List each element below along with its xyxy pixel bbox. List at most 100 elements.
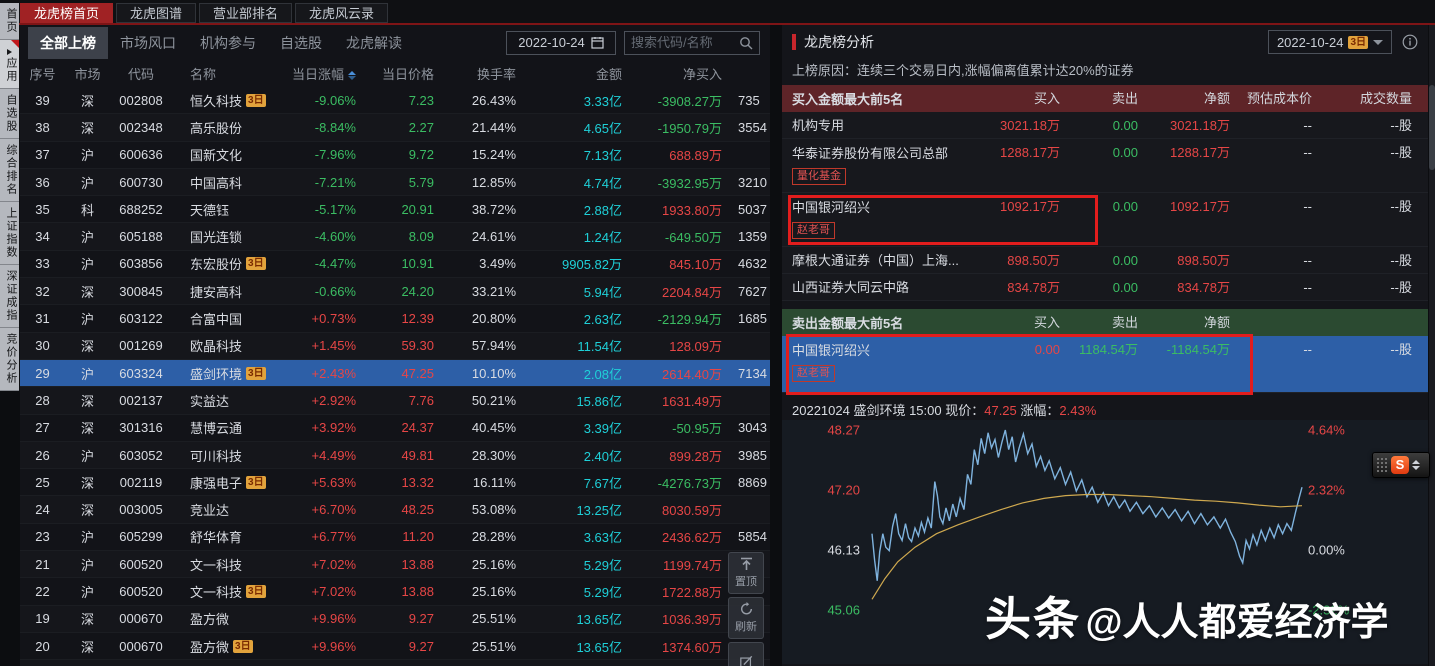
- stock-name: 康强电子: [190, 473, 242, 492]
- table-row[interactable]: 37沪600636国新文化-7.96%9.7215.24%7.13亿688.89…: [20, 142, 770, 169]
- cell-code: 600520: [110, 557, 172, 572]
- table-row[interactable]: 20深000670盈方微3日+9.96%9.2725.51%13.65亿1374…: [20, 633, 770, 660]
- drag-grip-icon[interactable]: [1376, 457, 1388, 473]
- table-row[interactable]: 32深300845捷安高科-0.66%24.2033.21%5.94亿2204.…: [20, 278, 770, 305]
- header-turnover[interactable]: 换手率: [434, 64, 516, 83]
- cell-market: 沪: [65, 309, 110, 328]
- sidebar-item-auction[interactable]: 竞价分析: [0, 328, 19, 391]
- table-row[interactable]: 36沪600730中国高科-7.21%5.7912.85%4.74亿-3932.…: [20, 169, 770, 196]
- cell-seq: 23: [20, 529, 65, 544]
- broker-row[interactable]: 中国银河绍兴赵老哥0.001184.54万-1184.54万----股: [782, 336, 1428, 393]
- subtab-institution[interactable]: 机构参与: [188, 27, 268, 59]
- cell-amount: 13.25亿: [516, 500, 622, 519]
- table-row[interactable]: 19深000670盈方微+9.96%9.2725.51%13.65亿1036.3…: [20, 606, 770, 633]
- sidebar-item-szse-index[interactable]: 深证成指: [0, 265, 19, 328]
- sort-icon[interactable]: [348, 71, 356, 80]
- subtab-interpretation[interactable]: 龙虎解读: [334, 27, 414, 59]
- cell-turnover: 25.16%: [434, 584, 516, 599]
- broker-row[interactable]: 华泰证券股份有限公司总部量化基金1288.17万0.001288.17万----…: [782, 139, 1428, 193]
- header-price[interactable]: 当日价格: [356, 64, 434, 83]
- search-icon[interactable]: [739, 36, 753, 50]
- table-row[interactable]: 26沪603052可川科技+4.49%49.8128.30%2.40亿899.2…: [20, 442, 770, 469]
- cell-price: 48.25: [356, 502, 434, 517]
- broker-row[interactable]: 中国银河绍兴赵老哥1092.17万0.001092.17万----股: [782, 193, 1428, 247]
- stock-name: 国光连锁: [190, 227, 242, 246]
- cell-sell: 0.00: [1066, 274, 1144, 300]
- cell-extra: 3043: [722, 420, 770, 435]
- stock-name: 文一科技: [190, 555, 242, 574]
- tab-longhu-record[interactable]: 龙虎风云录: [295, 3, 388, 23]
- table-row[interactable]: 24深003005竞业达+6.70%48.2553.08%13.25亿8030.…: [20, 496, 770, 523]
- cell-market: 深: [65, 91, 110, 110]
- cell-price: 7.23: [356, 93, 434, 108]
- subtab-market-hotspot[interactable]: 市场风口: [108, 27, 188, 59]
- header-seq[interactable]: 序号: [20, 64, 65, 83]
- sogou-ime-bar[interactable]: S: [1372, 452, 1430, 478]
- table-row[interactable]: 34沪605188国光连锁-4.60%8.0924.61%1.24亿-649.5…: [20, 223, 770, 250]
- edit-button[interactable]: [728, 642, 764, 666]
- tab-longhu-map[interactable]: 龙虎图谱: [116, 3, 196, 23]
- cell-extra: 3210: [722, 175, 770, 190]
- table-row[interactable]: 25深002119康强电子3日+5.63%13.3216.11%7.67亿-42…: [20, 469, 770, 496]
- header-name[interactable]: 名称: [172, 64, 290, 83]
- cell-code: 000670: [110, 639, 172, 654]
- table-row[interactable]: 35科688252天德钰-5.17%20.9138.72%2.88亿1933.8…: [20, 196, 770, 223]
- cell-broker-name: 山西证券大同云中路: [782, 274, 990, 300]
- refresh-button[interactable]: 刷新: [728, 597, 764, 639]
- table-row[interactable]: 18深002077大港股份+9.98%16.5221.21%10.97亿1.06…: [20, 660, 770, 666]
- table-row[interactable]: 33沪603856东宏股份3日-4.47%10.913.49%9905.82万8…: [20, 251, 770, 278]
- cell-price: 13.88: [356, 557, 434, 572]
- price-line: [872, 430, 1302, 581]
- table-row[interactable]: 30深001269欧晶科技+1.45%59.3057.94%11.54亿128.…: [20, 333, 770, 360]
- table-row[interactable]: 22沪600520文一科技3日+7.02%13.8825.16%5.29亿172…: [20, 578, 770, 605]
- cell-market: 深: [65, 418, 110, 437]
- cell-netbuy: 1722.88万: [622, 582, 722, 601]
- broker-row[interactable]: 山西证券大同云中路834.78万0.00834.78万----股: [782, 274, 1428, 301]
- sidebar-item-watchlist[interactable]: 自选股: [0, 89, 19, 139]
- cell-change: +6.70%: [290, 502, 356, 517]
- ime-arrows[interactable]: [1412, 460, 1420, 470]
- info-icon[interactable]: [1402, 34, 1418, 50]
- header-amount[interactable]: 金额: [516, 64, 622, 83]
- cell-price: 5.79: [356, 175, 434, 190]
- broker-row[interactable]: 摩根大通证券（中国）上海...898.50万0.00898.50万----股: [782, 247, 1428, 274]
- header-netbuy[interactable]: 净买入: [622, 64, 722, 83]
- sidebar-item-ranking[interactable]: 综合排名: [0, 139, 19, 202]
- date-picker[interactable]: 2022-10-24: [506, 31, 616, 55]
- subtab-watchlist[interactable]: 自选股: [268, 27, 334, 59]
- sidebar-item-home[interactable]: 首页: [0, 3, 19, 40]
- header-market[interactable]: 市场: [65, 64, 110, 83]
- search-box: [624, 31, 760, 55]
- table-row[interactable]: 29沪603324盛剑环境3日+2.43%47.2510.10%2.08亿261…: [20, 360, 770, 387]
- table-row[interactable]: 23沪605299舒华体育+6.77%11.2028.28%3.63亿2436.…: [20, 524, 770, 551]
- cell-name: 国新文化: [172, 145, 290, 164]
- cell-cost: --: [1236, 274, 1320, 300]
- cell-code: 003005: [110, 502, 172, 517]
- header-change[interactable]: 当日涨幅: [290, 64, 356, 83]
- cell-netbuy: 1374.60万: [622, 637, 722, 656]
- cell-price: 24.37: [356, 420, 434, 435]
- header-code[interactable]: 代码: [110, 64, 172, 83]
- sidebar-item-apps[interactable]: 应用: [0, 40, 19, 89]
- badge-3d: 3日: [246, 367, 266, 380]
- search-input[interactable]: [631, 35, 739, 50]
- cell-seq: 39: [20, 93, 65, 108]
- broker-row[interactable]: 机构专用3021.18万0.003021.18万----股: [782, 112, 1428, 139]
- table-row[interactable]: 31沪603122合富中国+0.73%12.3920.80%2.63亿-2129…: [20, 305, 770, 332]
- scrollbar-thumb[interactable]: [1429, 85, 1435, 170]
- table-row[interactable]: 39深002808恒久科技3日-9.06%7.2326.43%3.33亿-390…: [20, 87, 770, 114]
- stock-name: 慧博云通: [190, 418, 242, 437]
- analysis-date-picker[interactable]: 2022-10-24 3日: [1268, 30, 1392, 54]
- table-row[interactable]: 21沪600520文一科技+7.02%13.8825.16%5.29亿1199.…: [20, 551, 770, 578]
- tab-longhu-home[interactable]: 龙虎榜首页: [20, 3, 113, 23]
- cell-market: 深: [65, 118, 110, 137]
- cell-price: 9.27: [356, 639, 434, 654]
- subtab-all-listed[interactable]: 全部上榜: [28, 27, 108, 59]
- stock-name: 竞业达: [190, 500, 229, 519]
- sidebar-item-sse-index[interactable]: 上证指数: [0, 202, 19, 265]
- tab-branch-rank[interactable]: 营业部排名: [199, 3, 292, 23]
- table-row[interactable]: 27深301316慧博云通+3.92%24.3740.45%3.39亿-50.9…: [20, 415, 770, 442]
- scroll-top-button[interactable]: 置顶: [728, 552, 764, 594]
- table-row[interactable]: 28深002137实益达+2.92%7.7650.21%15.86亿1631.4…: [20, 387, 770, 414]
- table-row[interactable]: 38深002348高乐股份-8.84%2.2721.44%4.65亿-1950.…: [20, 114, 770, 141]
